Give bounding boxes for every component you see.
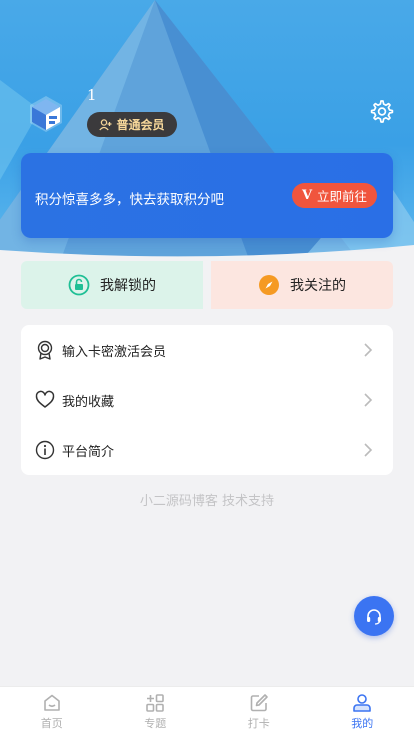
user-icon: [353, 694, 372, 712]
my-followed-label: 我关注的: [290, 278, 346, 294]
go-now-button[interactable]: V 立即前往: [292, 183, 377, 208]
menu-item-label: 输入卡密激活会员: [62, 344, 167, 360]
heart-icon: [35, 390, 55, 408]
tab-bar: 首页 专题 打卡 我的: [0, 686, 414, 736]
tab-mine[interactable]: 我的: [311, 687, 414, 736]
cube-logo-icon: [30, 96, 62, 132]
tab-label: 我的: [351, 717, 374, 730]
menu-item-favorites[interactable]: 我的收藏: [21, 375, 393, 425]
medal-icon: [37, 340, 53, 360]
menu-list: 输入卡密激活会员 我的收藏 平台简介: [21, 325, 393, 475]
tab-home[interactable]: 首页: [0, 687, 104, 736]
info-icon: [35, 440, 55, 460]
support-button[interactable]: [354, 596, 394, 636]
avatar[interactable]: [26, 94, 66, 134]
tab-label: 首页: [40, 717, 63, 730]
member-badge-label: 普通会员: [116, 118, 165, 132]
user-plus-icon: [99, 118, 112, 130]
headset-icon: [367, 609, 381, 625]
my-followed-button[interactable]: 我关注的: [211, 261, 393, 309]
settings-button[interactable]: [368, 98, 394, 124]
home-icon: [43, 694, 60, 711]
go-now-label: 立即前往: [317, 189, 368, 204]
member-badge[interactable]: 普通会员: [87, 112, 177, 137]
tech-support-note: 小二源码博客 技术支持: [139, 494, 275, 509]
tab-label: 打卡: [247, 717, 270, 730]
menu-item-about[interactable]: 平台简介: [21, 425, 393, 475]
unlock-icon: [68, 274, 90, 296]
points-banner[interactable]: 积分惊喜多多，快去获取积分吧 V 立即前往: [21, 153, 393, 238]
gear-icon: [370, 100, 394, 123]
chevron-right-icon: [364, 443, 373, 457]
my-unlocked-button[interactable]: 我解锁的: [21, 261, 203, 309]
points-banner-text: 积分惊喜多多，快去获取积分吧: [35, 192, 224, 208]
menu-item-activate-member[interactable]: 输入卡密激活会员: [21, 325, 393, 375]
menu-item-label: 平台简介: [62, 444, 115, 460]
menu-item-label: 我的收藏: [62, 394, 115, 410]
tab-label: 专题: [144, 717, 167, 730]
go-now-v-mark: V: [301, 188, 313, 203]
chevron-right-icon: [364, 343, 373, 357]
compass-icon: [259, 275, 279, 295]
tab-topics[interactable]: 专题: [104, 687, 208, 736]
tab-checkin[interactable]: 打卡: [207, 687, 311, 736]
edit-icon: [250, 694, 268, 712]
chevron-right-icon: [364, 393, 373, 407]
username: 1: [87, 86, 97, 104]
my-unlocked-label: 我解锁的: [100, 278, 156, 294]
grid-plus-icon: [146, 694, 165, 712]
